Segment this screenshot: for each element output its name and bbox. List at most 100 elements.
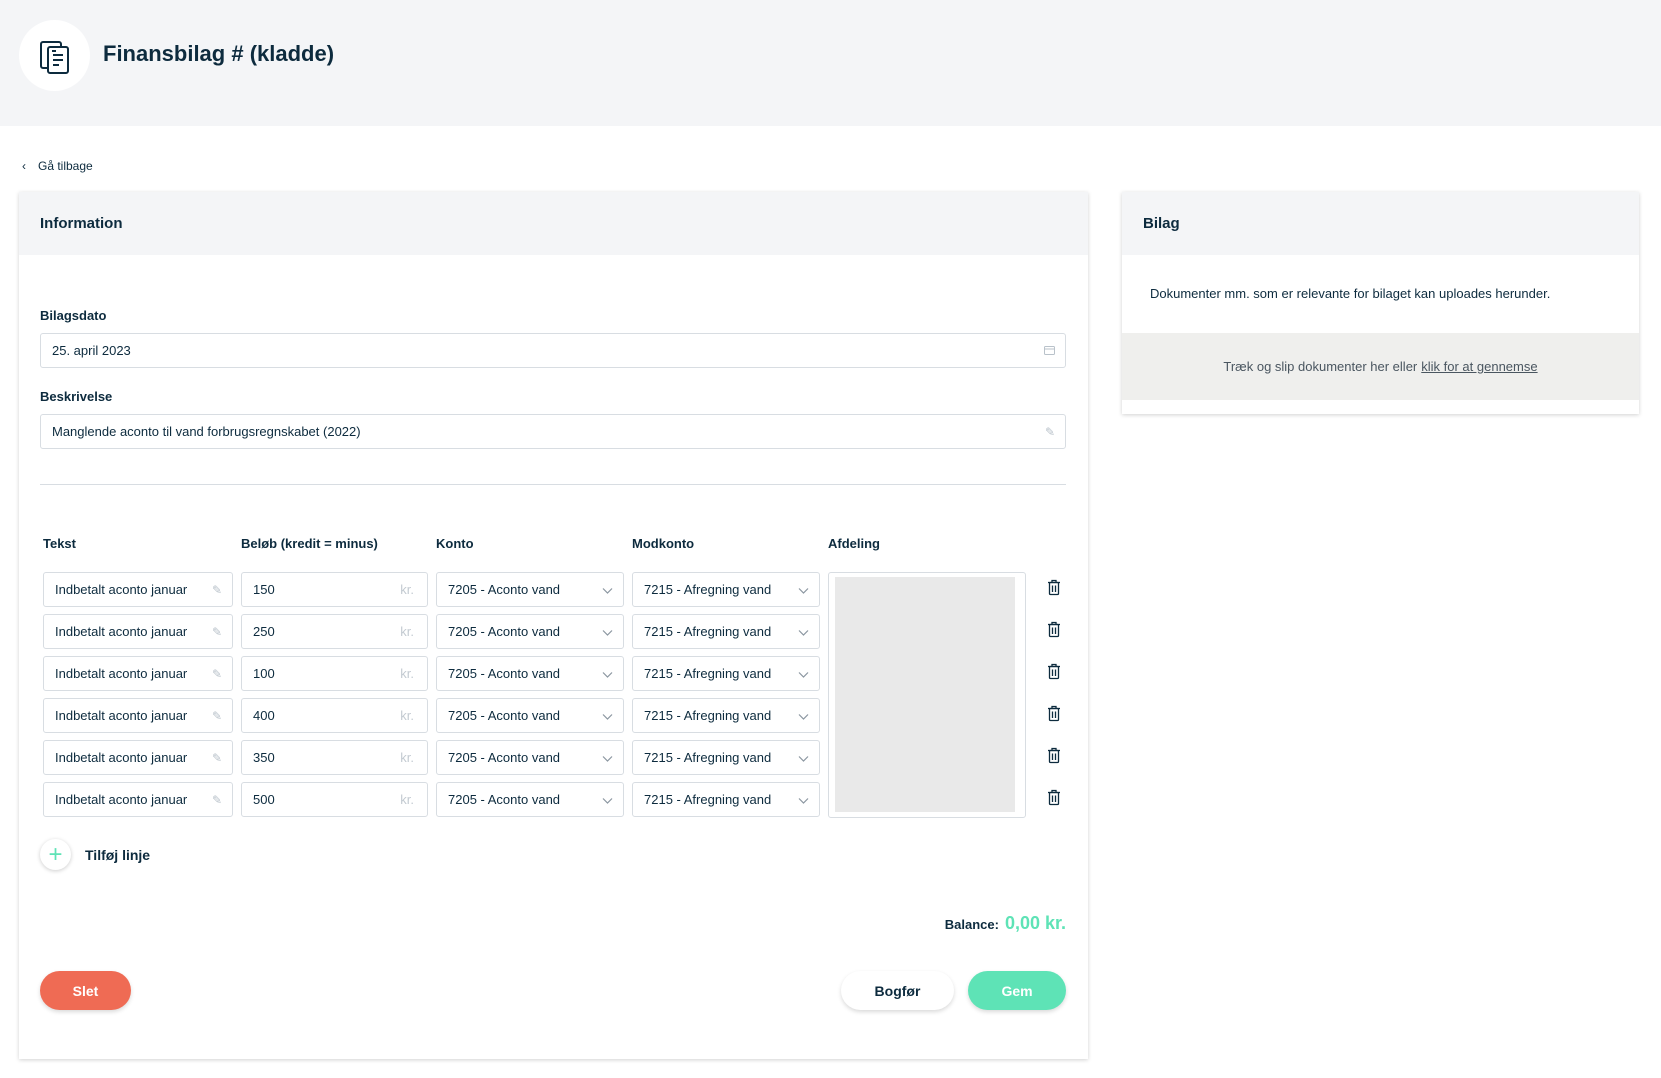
dropzone-text: Træk og slip dokumenter her eller bbox=[1223, 359, 1418, 374]
tekst-value: Indbetalt aconto januar bbox=[55, 750, 188, 765]
modkonto-select[interactable]: 7215 - Afregning vand bbox=[632, 572, 820, 607]
edit-icon: ✎ bbox=[211, 792, 222, 807]
belob-input[interactable]: 150 kr. bbox=[241, 572, 428, 607]
chevron-down-icon bbox=[602, 666, 613, 681]
currency-unit: kr. bbox=[400, 792, 414, 807]
modkonto-value: 7215 - Afregning vand bbox=[644, 582, 772, 597]
information-card: Information Bilagsdato 25. april 2023 Be… bbox=[19, 192, 1088, 1059]
tekst-value: Indbetalt aconto januar bbox=[55, 708, 188, 723]
modkonto-value: 7215 - Afregning vand bbox=[644, 750, 772, 765]
document-icon bbox=[19, 20, 90, 91]
modkonto-select[interactable]: 7215 - Afregning vand bbox=[632, 656, 820, 691]
plus-icon: + bbox=[40, 839, 71, 870]
bilag-card-title: Bilag bbox=[1122, 192, 1639, 255]
calendar-icon bbox=[1044, 344, 1055, 358]
konto-value: 7205 - Aconto vand bbox=[448, 708, 561, 723]
upload-dropzone[interactable]: Træk og slip dokumenter her eller klik f… bbox=[1122, 333, 1639, 400]
konto-value: 7205 - Aconto vand bbox=[448, 624, 561, 639]
back-link[interactable]: ‹ Gå tilbage bbox=[22, 159, 93, 173]
col-header-modkonto: Modkonto bbox=[632, 536, 695, 551]
belob-input[interactable]: 250 kr. bbox=[241, 614, 428, 649]
konto-value: 7205 - Aconto vand bbox=[448, 666, 561, 681]
chevron-down-icon bbox=[602, 624, 613, 639]
top-header: Finansbilag # (kladde) bbox=[0, 0, 1661, 126]
konto-select[interactable]: 7205 - Aconto vand bbox=[436, 740, 624, 775]
belob-input[interactable]: 100 kr. bbox=[241, 656, 428, 691]
col-header-afdeling: Afdeling bbox=[828, 536, 880, 551]
post-button[interactable]: Bogfør bbox=[841, 971, 954, 1010]
tekst-input[interactable]: Indbetalt aconto januar ✎ bbox=[43, 572, 233, 607]
belob-input[interactable]: 500 kr. bbox=[241, 782, 428, 817]
add-line-button[interactable]: + Tilføj linje bbox=[40, 839, 150, 870]
afdeling-select-column[interactable] bbox=[828, 572, 1026, 818]
tekst-input[interactable]: Indbetalt aconto januar ✎ bbox=[43, 656, 233, 691]
konto-value: 7205 - Aconto vand bbox=[448, 582, 561, 597]
konto-select[interactable]: 7205 - Aconto vand bbox=[436, 782, 624, 817]
tekst-value: Indbetalt aconto januar bbox=[55, 582, 188, 597]
date-value: 25. april 2023 bbox=[52, 343, 131, 358]
balance-label: Balance: bbox=[944, 917, 999, 932]
tekst-input[interactable]: Indbetalt aconto januar ✎ bbox=[43, 614, 233, 649]
edit-icon: ✎ bbox=[211, 750, 222, 765]
afdeling-placeholder bbox=[835, 577, 1015, 812]
belob-value: 400 bbox=[253, 708, 275, 723]
chevron-down-icon bbox=[602, 750, 613, 765]
konto-select[interactable]: 7205 - Aconto vand bbox=[436, 572, 624, 607]
page-title: Finansbilag # (kladde) bbox=[103, 41, 335, 66]
belob-value: 250 bbox=[253, 624, 275, 639]
trash-icon[interactable] bbox=[1047, 789, 1063, 807]
information-card-title: Information bbox=[19, 192, 1088, 255]
browse-link[interactable]: klik for at gennemse bbox=[1421, 359, 1537, 374]
chevron-down-icon bbox=[602, 708, 613, 723]
belob-input[interactable]: 350 kr. bbox=[241, 740, 428, 775]
back-label: Gå tilbage bbox=[38, 159, 93, 173]
currency-unit: kr. bbox=[400, 750, 414, 765]
konto-value: 7205 - Aconto vand bbox=[448, 750, 561, 765]
col-header-belob: Beløb (kredit = minus) bbox=[241, 536, 378, 551]
modkonto-select[interactable]: 7215 - Afregning vand bbox=[632, 782, 820, 817]
belob-input[interactable]: 400 kr. bbox=[241, 698, 428, 733]
trash-icon[interactable] bbox=[1047, 663, 1063, 681]
bilag-card: Bilag Dokumenter mm. som er relevante fo… bbox=[1122, 192, 1639, 414]
date-field[interactable]: 25. april 2023 bbox=[40, 333, 1066, 368]
currency-unit: kr. bbox=[400, 708, 414, 723]
description-value: Manglende aconto til vand forbrugsregnsk… bbox=[52, 424, 361, 439]
edit-icon: ✎ bbox=[1044, 424, 1055, 439]
konto-select[interactable]: 7205 - Aconto vand bbox=[436, 698, 624, 733]
chevron-down-icon bbox=[798, 666, 809, 681]
konto-select[interactable]: 7205 - Aconto vand bbox=[436, 614, 624, 649]
konto-select[interactable]: 7205 - Aconto vand bbox=[436, 656, 624, 691]
modkonto-value: 7215 - Afregning vand bbox=[644, 708, 772, 723]
trash-icon[interactable] bbox=[1047, 621, 1063, 639]
col-header-tekst: Tekst bbox=[43, 536, 76, 551]
trash-icon[interactable] bbox=[1047, 747, 1063, 765]
tekst-input[interactable]: Indbetalt aconto januar ✎ bbox=[43, 698, 233, 733]
save-button[interactable]: Gem bbox=[968, 971, 1066, 1010]
edit-icon: ✎ bbox=[211, 582, 222, 597]
modkonto-value: 7215 - Afregning vand bbox=[644, 666, 772, 681]
chevron-down-icon bbox=[798, 750, 809, 765]
modkonto-select[interactable]: 7215 - Afregning vand bbox=[632, 740, 820, 775]
belob-value: 500 bbox=[253, 792, 275, 807]
chevron-down-icon bbox=[602, 792, 613, 807]
date-label: Bilagsdato bbox=[40, 308, 107, 323]
trash-icon[interactable] bbox=[1047, 579, 1063, 597]
trash-icon[interactable] bbox=[1047, 705, 1063, 723]
tekst-input[interactable]: Indbetalt aconto januar ✎ bbox=[43, 782, 233, 817]
description-label: Beskrivelse bbox=[40, 389, 113, 404]
tekst-input[interactable]: Indbetalt aconto januar ✎ bbox=[43, 740, 233, 775]
description-field[interactable]: Manglende aconto til vand forbrugsregnsk… bbox=[40, 414, 1066, 449]
chevron-down-icon bbox=[798, 582, 809, 597]
tekst-value: Indbetalt aconto januar bbox=[55, 792, 188, 807]
col-header-konto: Konto bbox=[436, 536, 474, 551]
balance-value: 0,00 kr. bbox=[1004, 913, 1066, 933]
chevron-down-icon bbox=[798, 792, 809, 807]
konto-value: 7205 - Aconto vand bbox=[448, 792, 561, 807]
currency-unit: kr. bbox=[400, 624, 414, 639]
delete-button[interactable]: Slet bbox=[40, 971, 131, 1010]
modkonto-select[interactable]: 7215 - Afregning vand bbox=[632, 698, 820, 733]
edit-icon: ✎ bbox=[211, 624, 222, 639]
tekst-value: Indbetalt aconto januar bbox=[55, 666, 188, 681]
modkonto-select[interactable]: 7215 - Afregning vand bbox=[632, 614, 820, 649]
currency-unit: kr. bbox=[400, 582, 414, 597]
